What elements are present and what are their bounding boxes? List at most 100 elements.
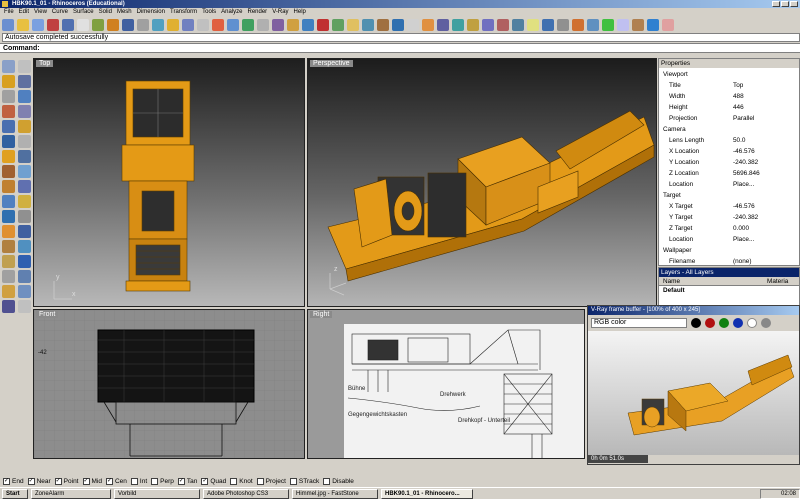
left-tool-7-icon[interactable] [2,105,15,118]
toolbar-tool-12-icon[interactable] [167,19,179,31]
left-tool-31-icon[interactable] [2,285,15,298]
toolbar-tool-5-icon[interactable] [62,19,74,31]
osnap-point[interactable]: ✓ Point [54,477,79,485]
left-tool-17-icon[interactable] [2,180,15,193]
taskbar-item[interactable]: ZoneAlarm [31,488,111,499]
toolbar-tool-8-icon[interactable] [107,19,119,31]
wallpaper-prop-value[interactable]: (none) [733,257,751,267]
toolbar-tool-36-icon[interactable] [527,19,539,31]
osnap-tan-checkbox[interactable]: ✓ [177,477,185,485]
toolbar-tool-22-icon[interactable] [317,19,329,31]
left-tool-13-icon[interactable] [2,150,15,163]
osnap-tan[interactable]: ✓ Tan [177,477,197,485]
left-tool-6-icon[interactable] [18,90,31,103]
start-button[interactable]: Start [2,488,28,499]
camera-prop-row[interactable]: Y Location -240.382 [659,158,800,168]
viewport-prop-row[interactable]: Height 446 [659,103,800,113]
mono-channel-button[interactable] [761,318,771,328]
wallpaper-prop-row[interactable]: Filename (none) [659,257,800,267]
toolbar-tool-4-icon[interactable] [47,19,59,31]
left-tool-19-icon[interactable] [2,195,15,208]
toolbar-tool-7-icon[interactable] [92,19,104,31]
left-tool-28-icon[interactable] [18,255,31,268]
osnap-perp-checkbox[interactable] [151,477,159,485]
left-tool-4-icon[interactable] [18,75,31,88]
left-tool-14-icon[interactable] [18,150,31,163]
blue-channel-button[interactable] [733,318,743,328]
toolbar-tool-29-icon[interactable] [422,19,434,31]
left-tool-1-icon[interactable] [2,60,15,73]
camera-prop-value[interactable]: 5696.846 [733,169,760,179]
layers-col-name[interactable]: Name [659,277,767,285]
viewport-front-label[interactable]: Front [36,311,59,318]
osnap-quad[interactable]: ✓ Quad [201,477,226,485]
left-tool-29-icon[interactable] [2,270,15,283]
viewport-top[interactable]: Top y x [33,58,305,307]
red-channel-button[interactable] [705,318,715,328]
left-tool-16-icon[interactable] [18,165,31,178]
osnap-disable-checkbox[interactable] [323,477,331,485]
toolbar-tool-28-icon[interactable] [407,19,419,31]
viewport-prop-row[interactable]: Projection Parallel [659,114,800,124]
left-tool-12-icon[interactable] [18,135,31,148]
left-tool-15-icon[interactable] [2,165,15,178]
minimize-button[interactable] [772,1,780,7]
toolbar-tool-2-icon[interactable] [17,19,29,31]
toolbar-tool-27-icon[interactable] [392,19,404,31]
osnap-project-checkbox[interactable] [256,477,264,485]
osnap-end-checkbox[interactable]: ✓ [3,477,10,485]
menu-render[interactable]: Render [246,8,270,17]
alpha-channel-button[interactable] [747,318,757,328]
taskbar-item[interactable]: Adobe Photoshop CS3 [203,488,289,499]
toolbar-tool-38-icon[interactable] [557,19,569,31]
menu-edit[interactable]: Edit [17,8,31,17]
menu-transform[interactable]: Transform [168,8,199,17]
osnap-knot-checkbox[interactable] [230,477,238,485]
osnap-point-checkbox[interactable]: ✓ [54,477,62,485]
osnap-mid[interactable]: ✓ Mid [82,477,102,485]
toolbar-tool-26-icon[interactable] [377,19,389,31]
toolbar-tool-39-icon[interactable] [572,19,584,31]
taskbar-item[interactable]: Himmel.jpg - FastStone [292,488,378,499]
viewport-prop-value[interactable]: Top [733,81,743,91]
left-tool-33-icon[interactable] [2,300,15,313]
menu-mesh[interactable]: Mesh [115,8,134,17]
viewport-perspective-label[interactable]: Perspective [310,60,353,67]
osnap-strack[interactable]: STrack [289,477,319,485]
toolbar-tool-24-icon[interactable] [347,19,359,31]
toolbar-tool-31-icon[interactable] [452,19,464,31]
toolbar-tool-3-icon[interactable] [32,19,44,31]
toolbar-tool-14-icon[interactable] [197,19,209,31]
osnap-project[interactable]: Project [256,477,286,485]
toolbar-tool-33-icon[interactable] [482,19,494,31]
camera-prop-value[interactable]: -240.382 [733,158,758,168]
menu-analyze[interactable]: Analyze [219,8,244,17]
osnap-strack-checkbox[interactable] [289,477,297,485]
viewport-front[interactable]: Front -42 [33,309,305,459]
toolbar-tool-40-icon[interactable] [587,19,599,31]
left-tool-34-icon[interactable] [18,300,31,313]
left-tool-11-icon[interactable] [2,135,15,148]
osnap-int-checkbox[interactable] [130,477,138,485]
left-tool-22-icon[interactable] [18,210,31,223]
osnap-perp[interactable]: Perp [151,477,174,485]
left-tool-26-icon[interactable] [18,240,31,253]
osnap-int[interactable]: Int [130,477,147,485]
menu-solid[interactable]: Solid [97,8,114,17]
menu-help[interactable]: Help [292,8,308,17]
left-tool-3-icon[interactable] [2,75,15,88]
camera-prop-row[interactable]: Lens Length 50.0 [659,136,800,146]
toolbar-tool-13-icon[interactable] [182,19,194,31]
osnap-near[interactable]: ✓ Near [27,477,51,485]
layer-row-default[interactable]: Default [659,286,799,295]
toolbar-tool-37-icon[interactable] [542,19,554,31]
left-tool-27-icon[interactable] [2,255,15,268]
left-tool-21-icon[interactable] [2,210,15,223]
target-prop-row[interactable]: Location Place... [659,235,800,245]
osnap-cen-checkbox[interactable]: ✓ [105,477,113,485]
toolbar-tool-43-icon[interactable] [632,19,644,31]
toolbar-tool-42-icon[interactable] [617,19,629,31]
toolbar-tool-34-icon[interactable] [497,19,509,31]
osnap-mid-checkbox[interactable]: ✓ [82,477,90,485]
toolbar-tool-10-icon[interactable] [137,19,149,31]
